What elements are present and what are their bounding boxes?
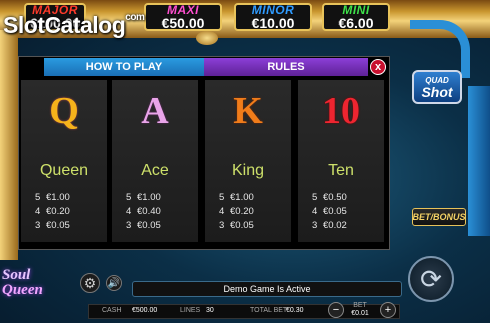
settings-gear-icon[interactable]: ⚙: [80, 273, 100, 293]
status-message: Demo Game Is Active: [132, 281, 402, 297]
cash-value: €500.00: [132, 307, 158, 314]
pay-row: 4 €0.20: [35, 206, 70, 217]
jackpot-maxi-label: MAXI: [167, 2, 199, 17]
jackpot-mini: MINI €6.00: [322, 3, 390, 31]
king-symbol: K: [233, 90, 263, 132]
game-logo-line2: Queen: [2, 282, 43, 298]
left-frame: [0, 30, 18, 260]
pay-row: 3 €0.05: [35, 220, 70, 231]
pay-row: 3 €0.05: [126, 220, 161, 231]
bet-label: BET: [353, 302, 367, 309]
paytable-card-ace: A Ace 5 €1.00 4 €0.40 3 €0.05: [112, 80, 198, 242]
quad-shot-logo-line2: Shot: [421, 83, 453, 100]
paytable-card-king: K King 5 €1.00 4 €0.20 3 €0.05: [205, 80, 291, 242]
pay-row: 5 €1.00: [219, 192, 254, 203]
jackpot-mini-value: €6.00: [338, 14, 374, 31]
game-logo-line1: Soul: [2, 267, 31, 283]
card-name: Ten: [328, 162, 354, 179]
medallion-ornament: [196, 31, 218, 45]
bet-box: BET €0.01: [346, 302, 374, 320]
game-logo: Soul Queen: [2, 268, 43, 298]
side-bar: [468, 86, 490, 236]
bet-decrease-button[interactable]: −: [328, 302, 344, 318]
pay-row: 4 €0.20: [219, 206, 254, 217]
card-name: King: [231, 162, 265, 179]
bet-bonus-button[interactable]: BET/BONUS: [412, 208, 466, 226]
total-bet-value: €0.30: [286, 307, 304, 314]
close-button[interactable]: x: [370, 59, 386, 75]
ace-symbol: A: [141, 90, 169, 132]
jackpot-maxi-value: €50.00: [161, 14, 205, 31]
pay-row: 3 €0.05: [219, 220, 254, 231]
card-name: Ace: [141, 162, 169, 179]
lines-label: LINES: [180, 307, 201, 314]
pay-row: 4 €0.40: [126, 206, 161, 217]
pay-row: 5 €0.50: [312, 192, 347, 203]
watermark: SlotCatalogcom: [3, 12, 145, 39]
jackpot-minor: MINOR €10.00: [234, 3, 312, 31]
tab-how-to-play[interactable]: HOW TO PLAY: [44, 58, 204, 76]
pay-row: 4 €0.05: [312, 206, 347, 217]
spin-button[interactable]: ⟳: [408, 256, 454, 302]
bet-increase-button[interactable]: +: [380, 302, 396, 318]
queen-symbol: Q: [49, 90, 79, 132]
watermark-suffix: com: [125, 12, 145, 23]
paytable-card-ten: 10 Ten 5 €0.50 4 €0.05 3 €0.02: [298, 80, 384, 242]
pay-row: 5 €1.00: [126, 192, 161, 203]
bet-value: €0.01: [351, 310, 369, 317]
watermark-text: SlotCatalog: [3, 12, 126, 38]
jackpot-minor-value: €10.00: [251, 14, 295, 31]
jackpot-maxi: MAXI €50.00: [144, 3, 222, 31]
pay-row: 3 €0.02: [312, 220, 347, 231]
card-name: Queen: [39, 162, 89, 179]
jackpot-mini-label: MINI: [342, 2, 370, 17]
ten-symbol: 10: [322, 90, 360, 132]
pay-row: 5 €1.00: [35, 192, 70, 203]
jackpot-minor-label: MINOR: [251, 2, 295, 17]
lines-value: 30: [206, 307, 214, 314]
paytable-card-queen: Q Queen 5 €1.00 4 €0.20 3 €0.05: [21, 80, 107, 242]
total-bet-label: TOTAL BET: [250, 307, 288, 314]
sound-icon[interactable]: 🔊: [106, 275, 122, 291]
quad-shot-logo: QUAD Shot: [412, 70, 462, 104]
cash-label: CASH: [102, 307, 122, 314]
tab-rules[interactable]: RULES: [204, 58, 368, 76]
